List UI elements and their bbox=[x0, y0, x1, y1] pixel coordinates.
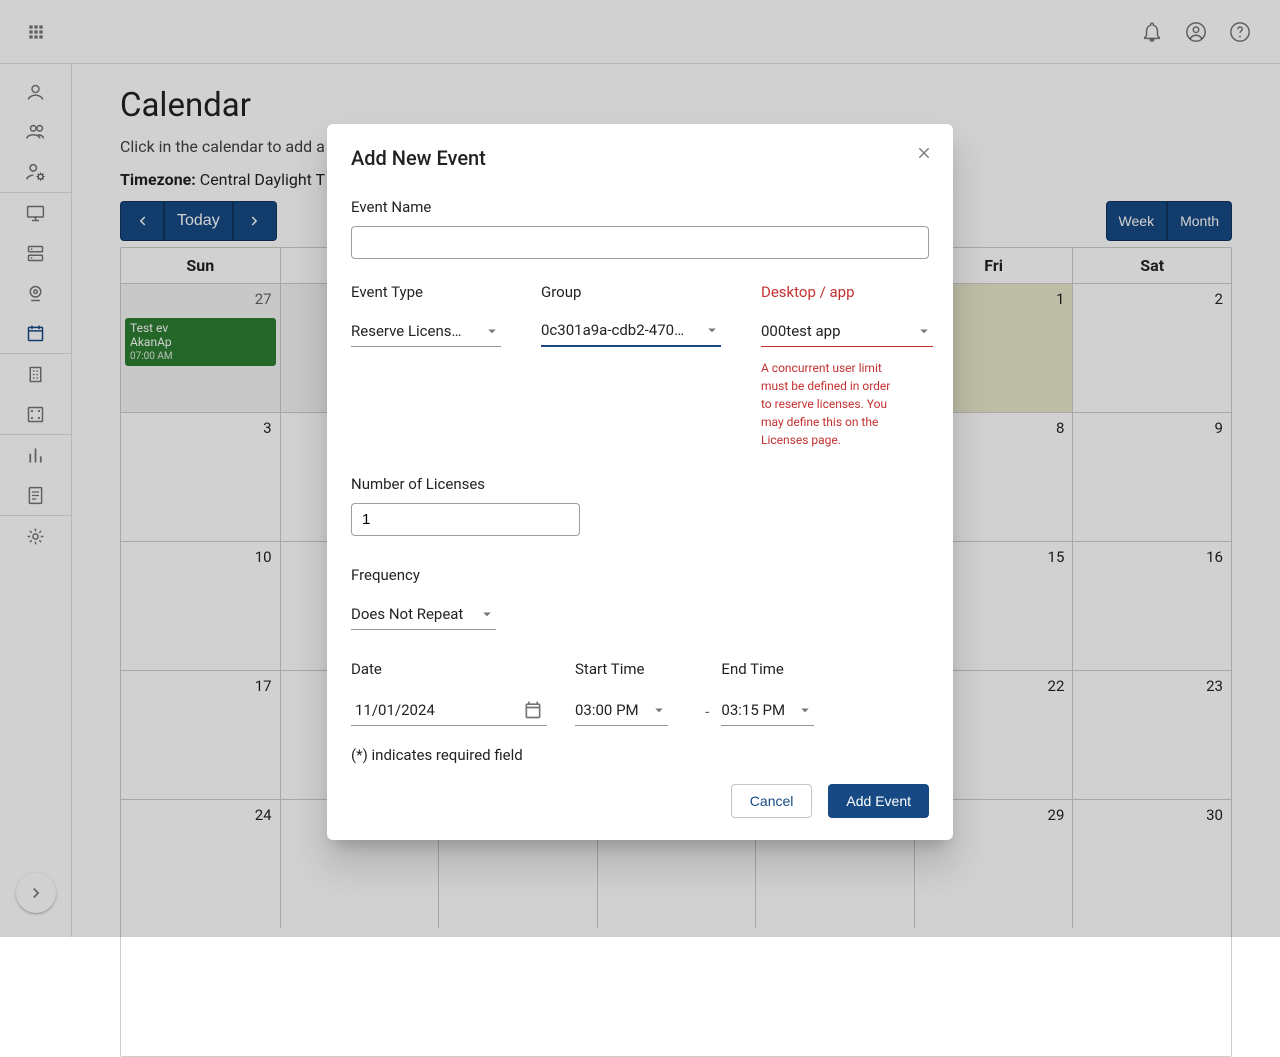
dialog-title: Add New Event bbox=[351, 146, 929, 170]
required-note: (*) indicates required field bbox=[351, 746, 929, 764]
end-time-select[interactable]: 03:15 PM bbox=[721, 694, 814, 726]
cancel-button[interactable]: Cancel bbox=[731, 784, 813, 818]
event-type-label: Event Type bbox=[351, 283, 541, 301]
start-time-select[interactable]: 03:00 PM bbox=[575, 694, 668, 726]
calendar-picker-icon bbox=[523, 700, 543, 720]
chevron-down-icon bbox=[483, 322, 501, 340]
date-input[interactable]: 11/01/2024 bbox=[351, 694, 547, 726]
close-icon bbox=[915, 144, 933, 162]
dialog-close-button[interactable] bbox=[909, 138, 939, 168]
chevron-down-icon bbox=[650, 701, 668, 719]
num-licenses-label: Number of Licenses bbox=[351, 475, 929, 493]
event-name-input[interactable] bbox=[351, 226, 929, 259]
group-label: Group bbox=[541, 283, 761, 301]
chevron-down-icon bbox=[478, 605, 496, 623]
chevron-down-icon bbox=[703, 321, 721, 339]
add-event-dialog: Add New Event Event Name Event Type Rese… bbox=[327, 124, 953, 840]
add-event-button[interactable]: Add Event bbox=[828, 784, 929, 818]
app-select[interactable]: 000test app bbox=[761, 315, 933, 347]
app-label: Desktop / app bbox=[761, 283, 929, 301]
chevron-down-icon bbox=[915, 322, 933, 340]
date-label: Date bbox=[351, 660, 575, 678]
app-error-helper: A concurrent user limit must be defined … bbox=[761, 359, 901, 449]
frequency-label: Frequency bbox=[351, 566, 929, 584]
chevron-down-icon bbox=[796, 701, 814, 719]
end-time-label: End Time bbox=[721, 660, 851, 678]
num-licenses-input[interactable] bbox=[351, 503, 580, 536]
start-time-label: Start Time bbox=[575, 660, 705, 678]
time-separator: - bbox=[705, 702, 709, 721]
frequency-select[interactable]: Does Not Repeat bbox=[351, 598, 496, 630]
event-name-label: Event Name bbox=[351, 198, 929, 216]
event-type-select[interactable]: Reserve Licens… bbox=[351, 315, 501, 347]
group-select[interactable]: 0c301a9a-cdb2-470… bbox=[541, 315, 721, 347]
